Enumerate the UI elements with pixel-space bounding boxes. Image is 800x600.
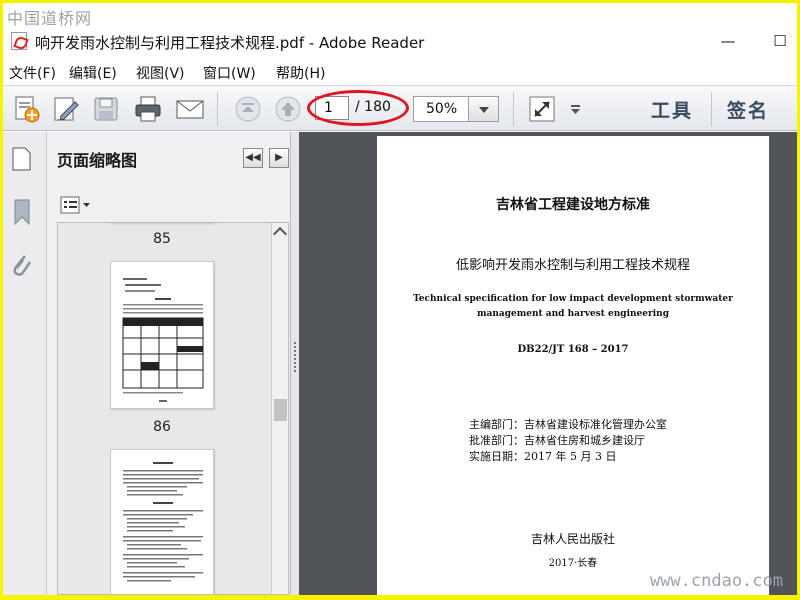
publisher: 吉林人民出版社 [530, 532, 615, 546]
prev-page-button[interactable] [233, 94, 263, 124]
arrow-up-icon [275, 96, 301, 122]
save-button[interactable] [91, 94, 121, 124]
toolbar-divider [711, 92, 712, 126]
caret-down-icon [571, 105, 580, 114]
menu-window[interactable]: 窗口(W) [203, 63, 256, 83]
zoom-dropdown-button[interactable] [469, 96, 499, 122]
effective-date: 实施日期：2017 年 5 月 3 日 [469, 450, 617, 463]
attachments-tab[interactable] [9, 250, 33, 284]
print-icon [135, 96, 161, 122]
sign-button[interactable]: 签名 [727, 96, 769, 123]
menu-edit[interactable]: 编辑(E) [69, 63, 117, 83]
create-pdf-icon [15, 96, 40, 123]
editor-department: 主编部门：吉林省建设标准化管理办公室 [469, 418, 667, 431]
next-page-button[interactable] [273, 94, 303, 124]
toolbar-divider [217, 92, 218, 126]
toolbar: 1 / 180 50% 工具 签名 [3, 85, 797, 131]
document-title-en-line2: management and harvest engineering [476, 309, 670, 319]
document-page: 吉林省工程建设地方标准 低影响开发雨水控制与利用工程技术规程 Technical… [377, 136, 769, 595]
approving-department: 批准部门：吉林省住房和城乡建设厅 [469, 434, 645, 447]
maximize-button[interactable]: ☐ [767, 29, 793, 53]
document-view[interactable]: 吉林省工程建设地方标准 低影响开发雨水控制与利用工程技术规程 Technical… [299, 132, 797, 595]
panel-title: 页面缩略图 [57, 151, 138, 170]
expand-icon [529, 96, 555, 122]
collapse-panel-button[interactable]: ◀◀ [243, 148, 263, 168]
arrow-up-bar-icon [235, 96, 261, 122]
document-title-cn: 低影响开发雨水控制与利用工程技术规程 [455, 258, 690, 273]
splitter-grip[interactable] [294, 342, 296, 372]
paperclip-icon [13, 255, 32, 276]
bookmarks-tab[interactable] [9, 198, 33, 230]
window-title: 响开发雨水控制与利用工程技术规程.pdf - Adobe Reader [35, 34, 425, 52]
bookmark-icon [14, 199, 30, 226]
menu-bar: 文件(F) 编辑(E) 视图(V) 窗口(W) 帮助(H) [3, 59, 797, 85]
edit-pdf-icon [54, 97, 79, 121]
create-pdf-button[interactable] [11, 94, 41, 124]
document-title-en-line1: Technical specification for low impact d… [413, 294, 733, 304]
page-thumbnails-tab[interactable] [9, 146, 33, 176]
page-thumbnail-icon [12, 147, 31, 171]
edit-pdf-button[interactable] [51, 94, 81, 124]
menu-view[interactable]: 视图(V) [136, 63, 185, 83]
envelope-icon [176, 100, 204, 119]
app-window: 中国道桥网 响开发雨水控制与利用工程技术规程.pdf - Adobe Reade… [3, 3, 797, 595]
thumbnail-list[interactable]: 85 86 [57, 222, 289, 595]
save-icon [94, 97, 118, 121]
tools-button[interactable]: 工具 [651, 96, 693, 123]
navigation-pane-strip [3, 132, 47, 595]
highlight-ellipse [307, 90, 409, 126]
thumbnail-page-85[interactable] [110, 261, 214, 409]
thumbnail-page-number: 86 [153, 419, 171, 435]
publish-city-year: 2017·长春 [548, 558, 598, 569]
standard-code: DB22/JT 168 – 2017 [517, 344, 629, 355]
minimize-button[interactable]: — [715, 29, 741, 53]
thumbnail-page-86[interactable] [110, 449, 214, 594]
toolbar-divider [513, 92, 514, 126]
standard-title: 吉林省工程建设地方标准 [496, 197, 650, 213]
pdf-file-icon [11, 32, 27, 50]
thumbnails-panel: 页面缩略图 ◀◀ ▶ 85 86 [47, 132, 291, 595]
scroll-up-arrow-icon[interactable] [272, 226, 288, 242]
fullscreen-button[interactable] [527, 94, 557, 124]
title-bar: 响开发雨水控制与利用工程技术规程.pdf - Adobe Reader — ☐ [3, 27, 797, 57]
menu-file[interactable]: 文件(F) [9, 63, 56, 83]
thumbnail-preview [122, 278, 204, 402]
thumbnail-page-number: 85 [153, 231, 171, 247]
panel-next-button[interactable]: ▶ [269, 148, 289, 168]
pane-splitter[interactable] [291, 132, 299, 595]
options-list-icon [60, 196, 90, 214]
thumbnail-page-partial[interactable] [110, 222, 214, 223]
menu-help[interactable]: 帮助(H) [276, 63, 325, 83]
thumbnail-preview [123, 462, 203, 582]
email-button[interactable] [175, 94, 205, 124]
scrollbar-thumb[interactable] [274, 399, 287, 421]
zoom-level-field[interactable]: 50% [413, 96, 469, 122]
thumbnail-scrollbar[interactable] [271, 223, 288, 594]
watermark-bottom: www.cndao.com [649, 571, 783, 591]
watermark-top: 中国道桥网 [7, 9, 93, 28]
print-button[interactable] [133, 94, 163, 124]
toolbar-options-button[interactable] [569, 94, 583, 124]
thumbnail-options-button[interactable] [59, 194, 93, 216]
